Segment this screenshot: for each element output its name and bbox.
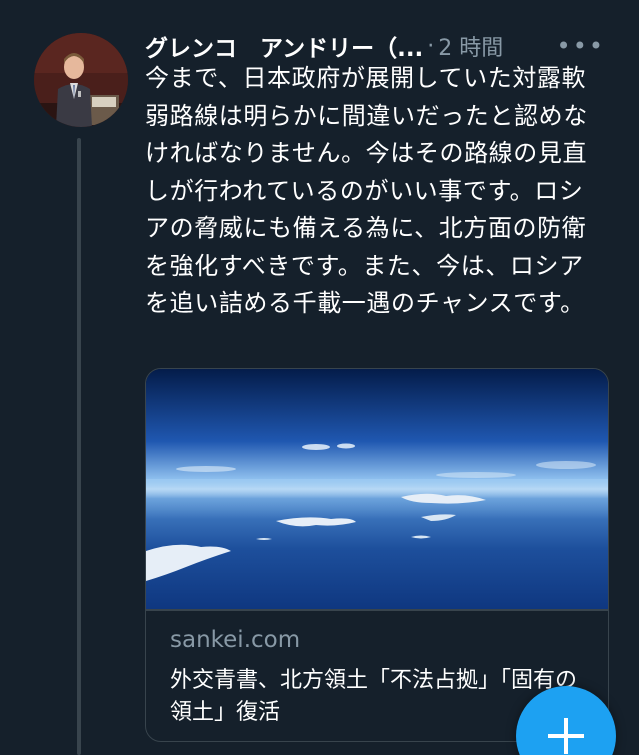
more-horizontal-icon[interactable]: ••• <box>557 28 605 64</box>
card-domain: sankei.com <box>170 627 301 653</box>
link-card[interactable]: sankei.com 外交青書、北方領土「不法占拠」「固有の領土」復活 <box>145 368 609 742</box>
card-divider <box>146 609 608 611</box>
tweet-text: 今まで、日本政府が展開していた対露軟弱路線は明らかに間違いだったと認めなければな… <box>145 64 588 317</box>
card-image <box>146 369 608 609</box>
thread-line <box>77 138 81 755</box>
separator-dot: · <box>427 33 435 59</box>
timestamp[interactable]: 2 時間 <box>438 30 503 62</box>
tweet-header: グレンコ アンドリー（... · 2 時間 ••• <box>145 28 615 64</box>
plus-icon <box>548 718 584 754</box>
tweet[interactable]: グレンコ アンドリー（... · 2 時間 ••• 今まで、日本政府が展開してい… <box>0 0 639 755</box>
avatar-image <box>34 33 128 127</box>
author-name[interactable]: グレンコ アンドリー（... <box>145 29 423 63</box>
avatar[interactable] <box>34 33 128 127</box>
